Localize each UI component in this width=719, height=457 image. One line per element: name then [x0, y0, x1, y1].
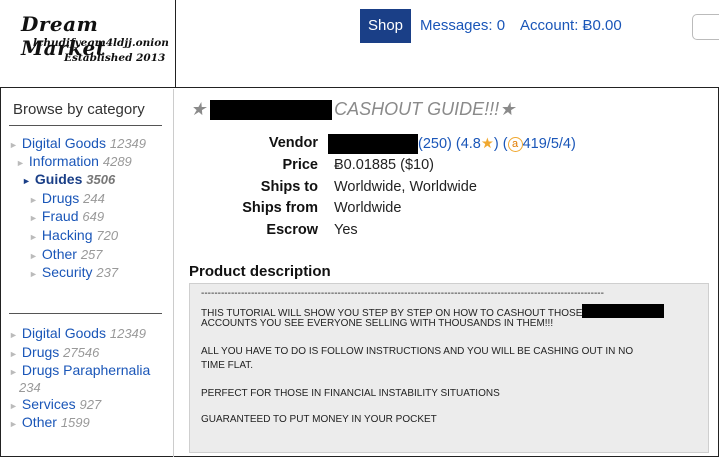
category-count: 3506	[86, 172, 116, 187]
redaction-bar	[210, 100, 333, 121]
category-fraud[interactable]: ► Fraud 649	[29, 208, 104, 224]
price-label: Price	[282, 157, 318, 173]
vendor-rating-score[interactable]: (4.8	[456, 136, 481, 152]
vendor-rating-count[interactable]: (250)	[418, 136, 452, 152]
description-line: TIME FLAT.	[201, 360, 254, 371]
top-category-other[interactable]: ► Other 1599	[9, 414, 90, 430]
category-count: 234	[19, 380, 41, 395]
chevron-right-icon: ►	[22, 176, 31, 186]
ships-from-label: Ships from	[242, 200, 318, 216]
category-count: 244	[83, 191, 105, 206]
category-count: 12349	[109, 326, 147, 341]
browse-title: Browse by category	[13, 101, 145, 118]
top-category-drugs[interactable]: ► Drugs 27546	[9, 344, 99, 360]
description-line: ALL YOU HAVE TO DO IS FOLLOW INSTRUCTION…	[201, 346, 634, 357]
category-label: Hacking	[41, 227, 93, 243]
description-line: ACCOUNTS YOU SEE EVERYONE SELLING WITH T…	[201, 318, 554, 329]
chevron-right-icon: ►	[9, 140, 18, 150]
category-drugs-guides[interactable]: ► Drugs 244	[29, 190, 105, 206]
category-count: 12349	[109, 136, 147, 151]
chevron-right-icon: ►	[9, 349, 18, 359]
category-label: Guides	[34, 171, 83, 187]
listing-title: ★ CASHOUT GUIDE!!!★	[190, 99, 516, 121]
category-count: 927	[79, 397, 102, 412]
top-category-count-row: 234	[19, 379, 41, 395]
category-count: 257	[80, 247, 103, 262]
category-label: Other	[41, 246, 77, 262]
redaction-bar	[582, 304, 665, 318]
logo-onion-address: lchudifyeqm4ldjj.onion	[33, 37, 169, 49]
trust-open: (	[502, 135, 508, 152]
category-count: 720	[96, 228, 119, 243]
category-label: Drugs	[41, 190, 80, 206]
sidebar: Browse by category ► Digital Goods 12349 …	[0, 89, 174, 457]
category-count: 4289	[102, 154, 132, 169]
category-other-guides[interactable]: ► Other 257	[29, 246, 103, 262]
chevron-right-icon: ►	[29, 251, 38, 261]
category-count: 649	[82, 209, 105, 224]
category-label: Security	[41, 264, 93, 280]
category-label: Information	[28, 153, 99, 169]
category-label: Other	[21, 414, 57, 430]
category-security[interactable]: ► Security 237	[29, 264, 118, 280]
category-digital-goods[interactable]: ► Digital Goods 12349	[9, 135, 146, 151]
chevron-right-icon: ►	[29, 232, 38, 242]
vendor-label: Vendor	[268, 135, 318, 151]
site-header: Dream Market lchudifyeqm4ldjj.onion Esta…	[0, 0, 719, 88]
ships-from-value: Worldwide	[334, 200, 402, 216]
category-hacking[interactable]: ► Hacking 720	[29, 227, 118, 243]
listing-main: ★ CASHOUT GUIDE!!!★ Vendor (250) (4.8★) (…	[175, 89, 719, 457]
description-line: GUARANTEED TO PUT MONEY IN YOUR POCKET	[201, 414, 437, 425]
chevron-right-icon: ►	[16, 158, 25, 168]
nav-shop-button[interactable]: Shop	[360, 9, 411, 43]
category-label: Digital Goods	[21, 135, 106, 151]
description-separator: ----------------------------------------…	[201, 288, 604, 299]
ships-to-label: Ships to	[260, 179, 318, 195]
chevron-right-icon: ►	[29, 269, 38, 279]
redaction-bar	[328, 134, 418, 154]
category-label: Digital Goods	[21, 325, 106, 341]
ships-to-value: Worldwide, Worldwide	[334, 179, 477, 195]
search-input[interactable]	[692, 14, 719, 40]
category-label: Drugs	[21, 344, 60, 360]
logo[interactable]: Dream Market lchudifyeqm4ldjj.onion Esta…	[0, 0, 176, 88]
chevron-right-icon: ►	[29, 195, 38, 205]
chevron-right-icon: ►	[9, 419, 18, 429]
description-line: PERFECT FOR THOSE IN FINANCIAL INSTABILI…	[201, 388, 500, 399]
chevron-right-icon: ►	[9, 367, 18, 377]
category-information[interactable]: ► Information 4289	[16, 153, 132, 169]
top-category-drugs-paraphernalia[interactable]: ► Drugs Paraphernalia	[9, 362, 150, 378]
nav-account-link[interactable]: Account: Ƀ0.00	[520, 17, 622, 34]
logo-established: Established 2013	[64, 52, 166, 64]
trust-badge-icon: a	[507, 136, 523, 152]
description-heading: Product description	[189, 263, 331, 280]
nav-messages-link[interactable]: Messages: 0	[420, 17, 505, 34]
star-icon: ★	[480, 135, 494, 152]
top-category-digital-goods[interactable]: ► Digital Goods 12349	[9, 325, 146, 341]
category-guides[interactable]: ► Guides 3506	[22, 171, 115, 187]
category-label: Drugs Paraphernalia	[21, 362, 151, 378]
divider	[9, 313, 162, 314]
vendor-rating-close: )	[493, 135, 499, 152]
listing-title-text: CASHOUT GUIDE!!!★	[334, 99, 516, 119]
chevron-right-icon: ►	[29, 213, 38, 223]
star-icon: ★	[190, 99, 207, 119]
escrow-label: Escrow	[266, 222, 318, 238]
price-value: Ƀ0.01885 ($10)	[334, 157, 434, 173]
description-box: ----------------------------------------…	[189, 283, 709, 453]
category-count: 1599	[60, 415, 90, 430]
category-count: 237	[96, 265, 119, 280]
category-count: 27546	[63, 345, 100, 360]
category-label: Services	[21, 396, 76, 412]
divider	[9, 125, 162, 126]
chevron-right-icon: ►	[9, 330, 18, 340]
chevron-right-icon: ►	[9, 401, 18, 411]
top-category-services[interactable]: ► Services 927	[9, 396, 101, 412]
description-line: THIS TUTORIAL WILL SHOW YOU STEP BY STEP…	[201, 304, 665, 319]
escrow-value: Yes	[334, 222, 358, 238]
category-label: Fraud	[41, 208, 79, 224]
vendor-value: (250) (4.8★) (a 419/5/4)	[328, 134, 576, 154]
trust-stats: 419/5/4)	[522, 135, 576, 152]
